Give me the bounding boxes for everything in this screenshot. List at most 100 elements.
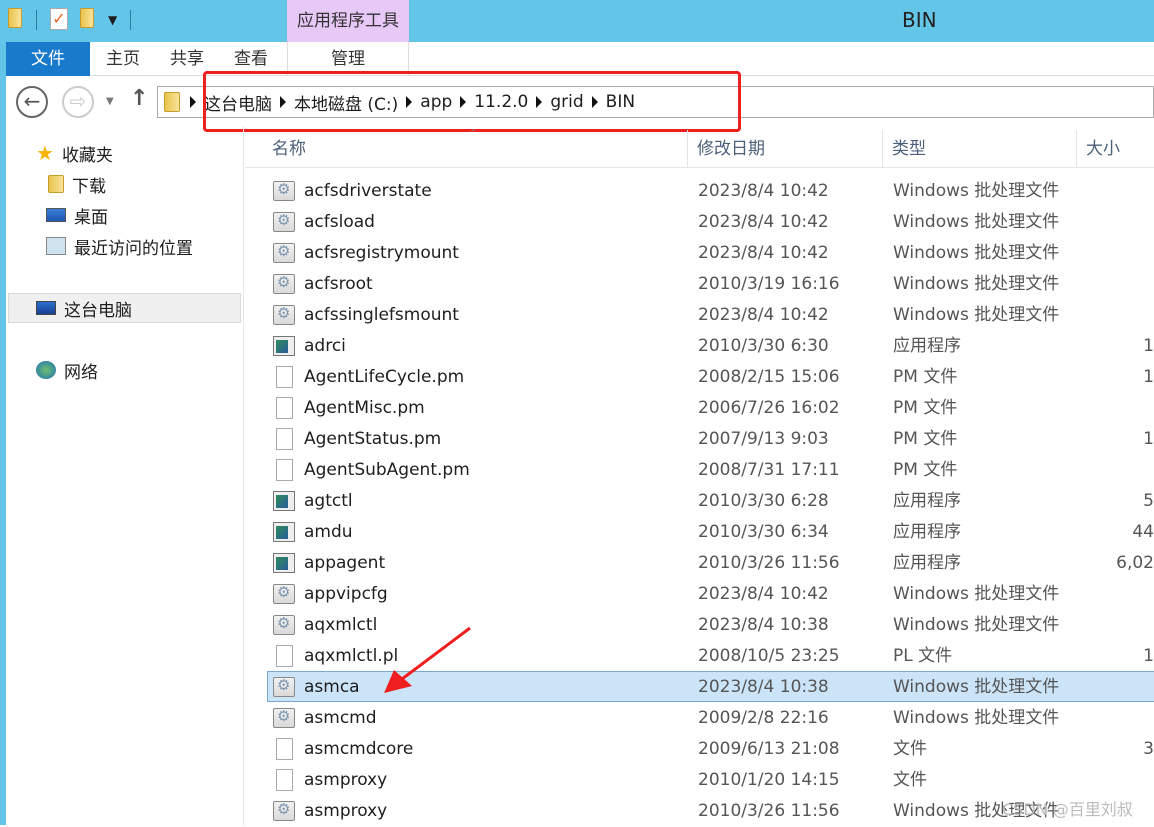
folder-icon[interactable] xyxy=(8,8,22,28)
recent-locations-chevron-icon[interactable]: ▼ xyxy=(106,96,114,107)
file-row[interactable]: AgentStatus.pm 2007/9/13 9:03 PM 文件 1 xyxy=(267,423,1154,454)
file-row[interactable]: adrci 2010/3/30 6:30 应用程序 1 xyxy=(267,330,1154,361)
sidebar-item-label: 最近访问的位置 xyxy=(74,238,193,259)
document-icon xyxy=(276,769,293,791)
file-row[interactable]: acfsload 2023/8/4 10:42 Windows 批处理文件 xyxy=(267,205,1154,237)
file-name: acfssinglefsmount xyxy=(304,305,459,325)
sidebar-item-network[interactable]: 网络 xyxy=(36,355,98,385)
file-row[interactable]: acfsregistrymount 2023/8/4 10:42 Windows… xyxy=(267,236,1154,268)
new-folder-icon[interactable] xyxy=(80,8,94,28)
batch-file-icon xyxy=(273,794,295,825)
application-icon xyxy=(273,491,295,511)
file-type: PM 文件 xyxy=(893,367,958,387)
divider xyxy=(130,10,131,30)
batch-file-icon xyxy=(273,174,295,205)
file-type: Windows 批处理文件 xyxy=(893,274,1060,294)
forward-button[interactable]: ⇨ xyxy=(62,86,94,118)
customize-toolbar-icon[interactable]: ▼ xyxy=(108,8,117,32)
sidebar-item-downloads[interactable]: 下载 xyxy=(48,169,106,199)
file-row[interactable]: asmproxy 2010/1/20 14:15 文件 xyxy=(267,764,1154,795)
batch-file-icon xyxy=(273,577,295,608)
column-header: 名称 ^ 修改日期 类型 大小 xyxy=(245,128,1154,168)
document-icon xyxy=(276,738,293,760)
file-date: 2009/6/13 21:08 xyxy=(698,739,840,759)
column-date-modified[interactable]: 修改日期 xyxy=(688,130,883,168)
watermark: CSDN @百里刘叔 xyxy=(1002,800,1133,819)
file-row[interactable]: AgentLifeCycle.pm 2008/2/15 15:06 PM 文件 … xyxy=(267,361,1154,392)
sidebar-item-favorites[interactable]: ★ 收藏夹 xyxy=(36,138,113,168)
file-size: 1 xyxy=(1143,429,1154,449)
batch-file-icon xyxy=(273,670,295,701)
file-row[interactable]: appvipcfg 2023/8/4 10:42 Windows 批处理文件 xyxy=(267,577,1154,609)
file-row[interactable]: acfsroot 2010/3/19 16:16 Windows 批处理文件 xyxy=(267,267,1154,299)
star-icon: ★ xyxy=(36,141,54,165)
properties-icon[interactable]: ✓ xyxy=(50,8,68,30)
recent-places-icon xyxy=(46,237,66,255)
tab-home[interactable]: 主页 xyxy=(98,42,148,76)
file-row[interactable]: AgentSubAgent.pm 2008/7/31 17:11 PM 文件 xyxy=(267,454,1154,485)
file-name: acfsroot xyxy=(304,274,373,294)
batch-file-icon xyxy=(273,608,295,639)
file-type: 应用程序 xyxy=(893,522,961,542)
sidebar-item-label: 这台电脑 xyxy=(64,300,132,321)
file-row[interactable]: asmcmd 2009/2/8 22:16 Windows 批处理文件 xyxy=(267,701,1154,733)
file-type: 应用程序 xyxy=(893,491,961,511)
up-button[interactable]: ↑ xyxy=(130,86,148,111)
file-date: 2009/2/8 22:16 xyxy=(698,708,829,728)
file-size: 6,02 xyxy=(1116,553,1154,573)
file-name: acfsregistrymount xyxy=(304,243,459,263)
application-icon xyxy=(273,336,295,356)
file-row[interactable]: AgentMisc.pm 2006/7/26 16:02 PM 文件 xyxy=(267,392,1154,423)
column-type[interactable]: 类型 xyxy=(883,130,1077,168)
file-name: asmcmd xyxy=(304,708,377,728)
file-row[interactable]: amdu 2010/3/30 6:34 应用程序 44 xyxy=(267,516,1154,547)
file-name: appvipcfg xyxy=(304,584,388,604)
file-type: Windows 批处理文件 xyxy=(893,615,1060,635)
file-date: 2008/10/5 23:25 xyxy=(698,646,840,666)
file-type: PM 文件 xyxy=(893,460,958,480)
file-name: adrci xyxy=(304,336,346,356)
file-type: 应用程序 xyxy=(893,336,961,356)
sidebar-item-label: 收藏夹 xyxy=(61,145,113,166)
back-button[interactable]: ← xyxy=(16,86,48,118)
file-row[interactable]: acfssinglefsmount 2023/8/4 10:42 Windows… xyxy=(267,298,1154,330)
file-type: PL 文件 xyxy=(893,646,953,666)
downloads-folder-icon xyxy=(48,175,64,193)
file-type: 文件 xyxy=(893,770,927,790)
file-date: 2023/8/4 10:42 xyxy=(698,305,829,325)
sort-ascending-icon: ^ xyxy=(470,128,477,137)
file-type: Windows 批处理文件 xyxy=(893,708,1060,728)
column-size[interactable]: 大小 xyxy=(1077,130,1154,168)
file-date: 2007/9/13 9:03 xyxy=(698,429,829,449)
sidebar-item-recent[interactable]: 最近访问的位置 xyxy=(46,231,193,261)
file-row[interactable]: acfsdriverstate 2023/8/4 10:42 Windows 批… xyxy=(267,174,1154,206)
file-name: asmca xyxy=(304,677,360,697)
file-date: 2010/1/20 14:15 xyxy=(698,770,840,790)
file-size: 5 xyxy=(1143,491,1154,511)
sidebar-item-label: 网络 xyxy=(64,362,98,383)
tab-file[interactable]: 文件 xyxy=(6,42,90,76)
file-type: 文件 xyxy=(893,739,927,759)
file-date: 2006/7/26 16:02 xyxy=(698,398,840,418)
file-name: AgentMisc.pm xyxy=(304,398,425,418)
sidebar-item-this-pc[interactable]: 这台电脑 xyxy=(8,293,241,323)
file-name: appagent xyxy=(304,553,386,573)
document-icon xyxy=(276,645,293,667)
divider xyxy=(36,10,37,30)
file-date: 2023/8/4 10:42 xyxy=(698,181,829,201)
batch-file-icon xyxy=(273,236,295,267)
file-row[interactable]: agtctl 2010/3/30 6:28 应用程序 5 xyxy=(267,485,1154,516)
file-row[interactable]: asmcmdcore 2009/6/13 21:08 文件 3 xyxy=(267,733,1154,764)
file-type: Windows 批处理文件 xyxy=(893,212,1060,232)
file-size: 1 xyxy=(1143,336,1154,356)
window-title: BIN xyxy=(902,8,937,32)
navigation-pane: ★ 收藏夹 下载 桌面 最近访问的位置 这台电脑 网络 xyxy=(6,126,244,825)
application-icon xyxy=(273,553,295,573)
file-row[interactable]: appagent 2010/3/26 11:56 应用程序 6,02 xyxy=(267,547,1154,578)
sidebar-item-desktop[interactable]: 桌面 xyxy=(46,200,108,230)
folder-icon xyxy=(164,92,180,112)
file-name: agtctl xyxy=(304,491,353,511)
file-date: 2010/3/30 6:30 xyxy=(698,336,829,356)
file-date: 2023/8/4 10:42 xyxy=(698,584,829,604)
file-size: 44 xyxy=(1132,522,1154,542)
